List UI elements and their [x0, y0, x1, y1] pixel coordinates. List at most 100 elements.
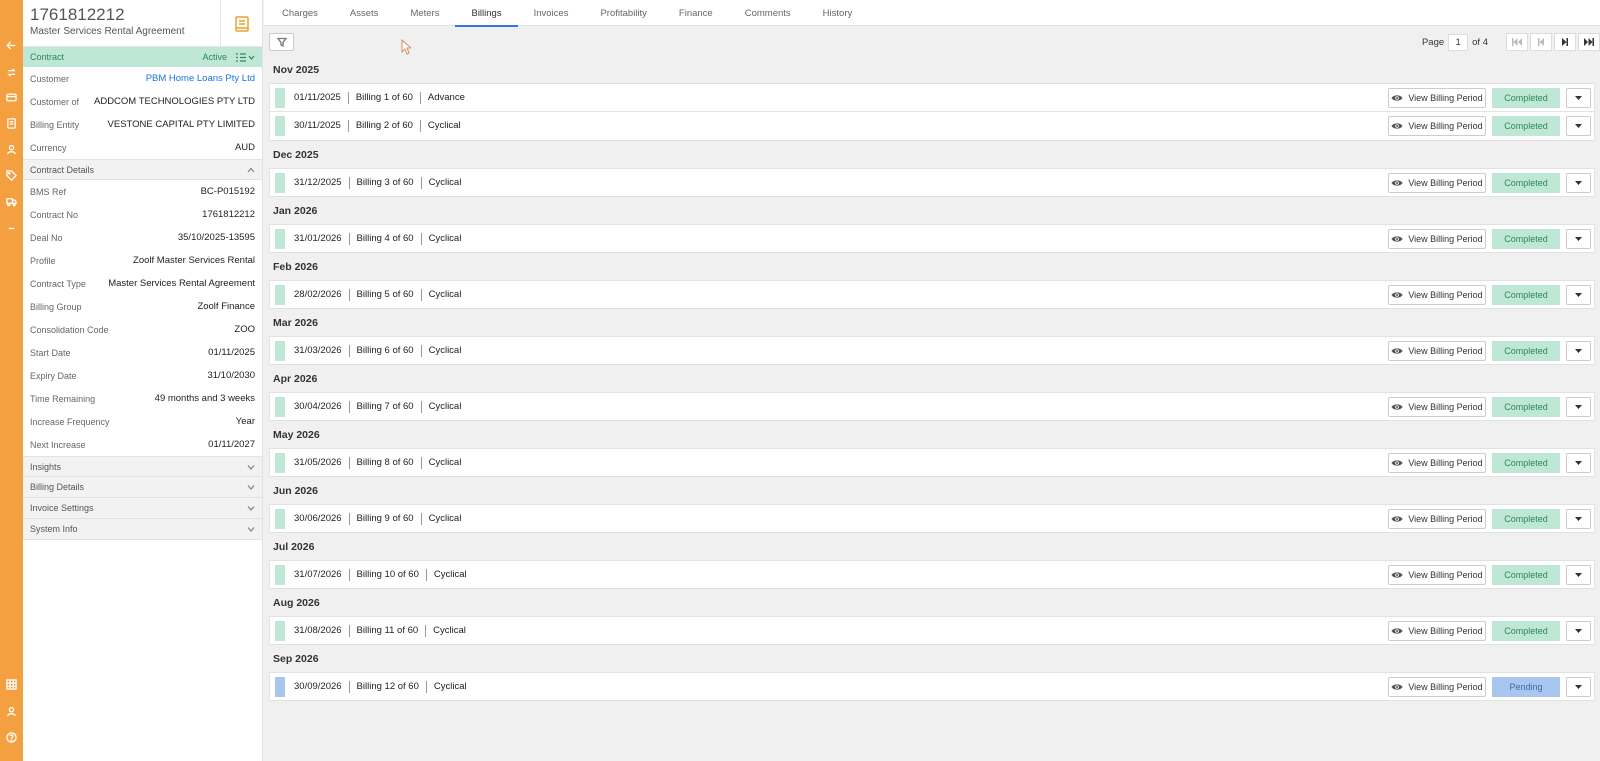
view-billing-period-button[interactable]: View Billing Period [1388, 677, 1486, 697]
field-value: VESTONE CAPITAL PTY LIMITED [107, 119, 255, 130]
rail-card-button[interactable] [0, 89, 23, 105]
caret-down-icon [1575, 573, 1582, 577]
tab-profitability[interactable]: Profitability [584, 0, 662, 26]
eye-icon [1391, 180, 1403, 186]
contract-details-header[interactable]: Contract Details [23, 159, 262, 180]
previous-page-button[interactable] [1530, 33, 1552, 51]
eye-icon [1391, 572, 1403, 578]
field-value: ZOO [234, 324, 255, 335]
first-page-button[interactable] [1506, 33, 1528, 51]
view-billing-period-button[interactable]: View Billing Period [1388, 116, 1486, 136]
view-billing-period-button[interactable]: View Billing Period [1388, 88, 1486, 108]
contract-title: Master Services Rental Agreement [30, 26, 185, 37]
view-billing-period-button[interactable]: View Billing Period [1388, 173, 1486, 193]
view-billing-period-button[interactable]: View Billing Period [1388, 565, 1486, 585]
system-info-section-header[interactable]: System Info [23, 519, 262, 540]
page-label: Page [1421, 36, 1445, 48]
row-actions-dropdown[interactable] [1566, 565, 1591, 585]
rail-grid-button[interactable] [0, 676, 23, 692]
next-page-button[interactable] [1554, 33, 1576, 51]
tab-finance[interactable]: Finance [663, 0, 729, 26]
rail-more-button[interactable] [0, 220, 23, 236]
person-icon [7, 706, 16, 716]
view-billing-period-button[interactable]: View Billing Period [1388, 397, 1486, 417]
status-badge: Completed [1492, 453, 1560, 473]
field-value: AUD [234, 142, 255, 153]
summary-list: Customer PBM Home Loans Pty Ltd Customer o… [23, 67, 262, 159]
contract-panel: 1761812212 Master Services Rental Agreem… [23, 0, 263, 761]
more-icon [8, 227, 15, 229]
row-actions-dropdown[interactable] [1566, 173, 1591, 193]
view-billing-period-label: View Billing Period [1408, 682, 1483, 692]
rail-truck-button[interactable] [0, 193, 23, 209]
eye-icon [1391, 292, 1403, 298]
status-badge: Completed [1492, 229, 1560, 249]
field-value: Zoolf Finance [197, 301, 255, 312]
row-actions-dropdown[interactable] [1566, 285, 1591, 305]
filter-button[interactable] [269, 33, 294, 51]
view-billing-period-label: View Billing Period [1408, 514, 1483, 524]
field-value[interactable]: PBM Home Loans Pty Ltd [146, 73, 255, 84]
billing-type: Cyclical [428, 456, 462, 468]
tab-invoices[interactable]: Invoices [518, 0, 585, 26]
tab-assets[interactable]: Assets [334, 0, 395, 26]
row-actions-dropdown[interactable] [1566, 677, 1591, 697]
view-billing-period-button[interactable]: View Billing Period [1388, 621, 1486, 641]
billing-details-section-header[interactable]: Billing Details [23, 477, 262, 498]
section-title: Contract Details [30, 164, 95, 175]
tab-billings[interactable]: Billings [455, 0, 518, 27]
page-number-input[interactable]: 1 [1448, 33, 1469, 51]
invoice-settings-section-header[interactable]: Invoice Settings [23, 498, 262, 519]
billing-date: 31/08/2026 [285, 624, 350, 637]
last-page-button[interactable] [1578, 33, 1600, 51]
tab-comments[interactable]: Comments [729, 0, 807, 26]
row-actions-dropdown[interactable] [1566, 88, 1591, 108]
status-badge: Completed [1492, 173, 1560, 193]
field-value: 01/11/2027 [208, 439, 255, 450]
view-billing-period-button[interactable]: View Billing Period [1388, 509, 1486, 529]
tab-charges[interactable]: Charges [266, 0, 334, 26]
caret-down-icon [1575, 293, 1582, 297]
contract-header: 1761812212 Master Services Rental Agreem… [23, 0, 262, 47]
rail-help-button[interactable] [0, 729, 23, 745]
row-actions-dropdown[interactable] [1566, 116, 1591, 136]
row-actions-dropdown[interactable] [1566, 621, 1591, 641]
field-customer: Customer PBM Home Loans Pty Ltd [30, 67, 255, 90]
tab-history[interactable]: History [807, 0, 869, 26]
month-heading: May 2026 [273, 428, 320, 441]
view-billing-period-button[interactable]: View Billing Period [1388, 285, 1486, 305]
field-customer-of: Customer of ADDCOM TECHNOLOGIES PTY LTD [30, 90, 255, 113]
field-label: Increase Frequency [30, 416, 110, 427]
notes-book-icon[interactable] [220, 0, 263, 47]
list-menu-icon[interactable] [235, 52, 255, 62]
rail-exchange-button[interactable] [0, 64, 23, 80]
rail-document-button[interactable] [0, 115, 23, 131]
rail-tag-button[interactable] [0, 167, 23, 183]
row-actions-dropdown[interactable] [1566, 341, 1591, 361]
previous-page-icon [1538, 38, 1544, 46]
rail-back-arrow-button[interactable] [0, 37, 23, 53]
insights-section-header[interactable]: Insights [23, 456, 262, 477]
field-label: Customer of [30, 96, 80, 107]
row-actions-dropdown[interactable] [1566, 453, 1591, 473]
status-badge: Pending [1492, 677, 1560, 697]
field-label: Time Remaining [30, 393, 96, 404]
billing-type: Cyclical [428, 176, 462, 188]
billing-sequence: Billing 8 of 60 [350, 456, 422, 469]
billing-sequence: Billing 3 of 60 [350, 176, 422, 189]
row-actions-dropdown[interactable] [1566, 229, 1591, 249]
view-billing-period-label: View Billing Period [1408, 402, 1483, 412]
field-label: Currency [30, 142, 67, 153]
view-billing-period-label: View Billing Period [1408, 121, 1483, 131]
tab-meters[interactable]: Meters [394, 0, 455, 26]
view-billing-period-button[interactable]: View Billing Period [1388, 341, 1486, 361]
rail-user-button[interactable] [0, 141, 23, 157]
view-billing-period-button[interactable]: View Billing Period [1388, 229, 1486, 249]
row-actions-dropdown[interactable] [1566, 397, 1591, 417]
billing-date: 31/01/2026 [285, 232, 350, 245]
status-badge: Completed [1492, 565, 1560, 585]
rail-person-button[interactable] [0, 703, 23, 719]
view-billing-period-button[interactable]: View Billing Period [1388, 453, 1486, 473]
billing-sequence: Billing 10 of 60 [350, 568, 427, 581]
row-actions-dropdown[interactable] [1566, 509, 1591, 529]
